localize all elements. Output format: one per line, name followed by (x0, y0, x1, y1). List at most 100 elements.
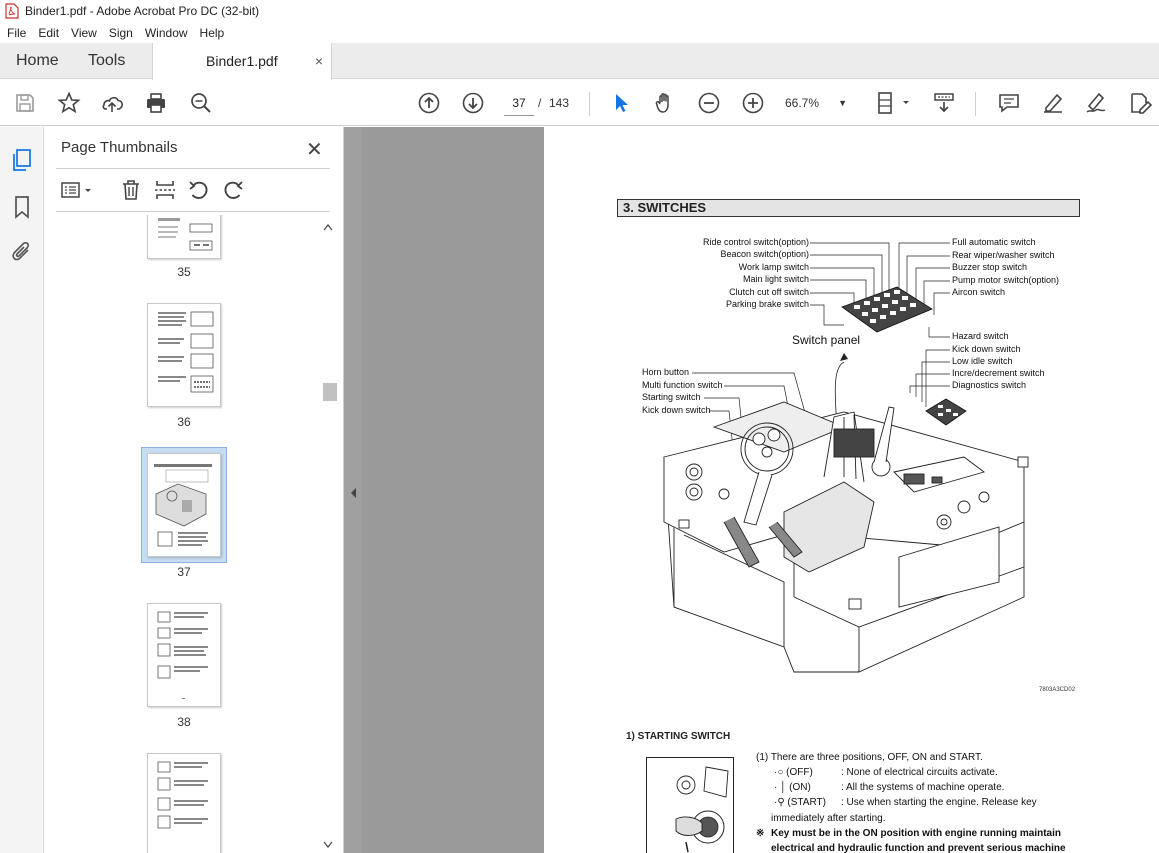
left-navigation-rail (0, 127, 44, 853)
menu-bar: File Edit View Sign Window Help (0, 22, 1159, 43)
thumbnail-page[interactable] (147, 753, 221, 853)
save-icon[interactable] (13, 91, 37, 115)
pdf-page: 3. SWITCHES Ride control switch(option) … (544, 127, 1159, 853)
panel-divider (56, 211, 330, 212)
label-aircon-switch: Aircon switch (952, 287, 1006, 297)
find-zoom-icon[interactable] (189, 91, 213, 115)
label-multi-function-switch: Multi function switch (642, 380, 723, 390)
chevron-down-icon: ▼ (838, 98, 847, 108)
menu-help[interactable]: Help (194, 26, 231, 40)
menu-window[interactable]: Window (139, 26, 194, 40)
cloud-upload-icon[interactable] (101, 91, 125, 115)
zoom-out-icon[interactable] (697, 91, 721, 115)
toolbar-divider (975, 92, 976, 116)
label-low-idle-switch: Low idle switch (952, 356, 1013, 366)
zoom-value: 66.7% (785, 96, 820, 110)
pdf-file-icon (5, 3, 19, 19)
warning-line-1: Key must be in the ON position with engi… (771, 828, 1062, 839)
label-kick-down-switch-left: Kick down switch (642, 405, 711, 415)
panel-divider (56, 168, 330, 169)
figure-code: 7803A3CD02 (1039, 687, 1076, 693)
scroll-mode-icon[interactable] (932, 91, 956, 115)
select-cursor-icon[interactable] (610, 91, 634, 115)
window-title: Binder1.pdf - Adobe Acrobat Pro DC (32-b… (25, 4, 260, 18)
page-number-input[interactable]: 37 (504, 90, 534, 116)
thumbnail-page[interactable] (147, 215, 221, 259)
close-tab-icon[interactable]: × (315, 43, 323, 79)
thumbnail-page[interactable] (147, 603, 221, 707)
tab-tools[interactable]: Tools (88, 43, 125, 79)
thumbnail-scrollbar[interactable] (320, 219, 337, 851)
thumbnail-tools (44, 175, 344, 205)
tab-document[interactable]: Binder1.pdf × (152, 43, 332, 80)
previous-page-icon[interactable] (417, 91, 441, 115)
page-separator: / (538, 96, 542, 110)
position-on-desc: : All the systems of machine operate. (841, 782, 1005, 793)
starting-switch-positions: (1) There are three positions, OFF, ON a… (756, 752, 983, 763)
starting-switch-figure (646, 757, 734, 853)
thumbnail-page-selected[interactable] (147, 453, 221, 557)
title-bar: Binder1.pdf - Adobe Acrobat Pro DC (32-b… (0, 0, 1159, 22)
menu-sign[interactable]: Sign (103, 26, 139, 40)
draw-sign-icon[interactable] (1084, 91, 1108, 115)
rotate-counterclockwise-icon[interactable] (187, 178, 211, 202)
bookmark-star-icon[interactable] (57, 91, 81, 115)
zoom-in-icon[interactable] (741, 91, 765, 115)
fill-sign-icon[interactable] (1128, 91, 1153, 115)
collapse-panel-icon[interactable] (349, 487, 357, 499)
document-gutter (362, 127, 544, 853)
position-start-label: ·⚲ (START) (774, 797, 826, 808)
label-rear-wiper-switch: Rear wiper/washer switch (952, 250, 1055, 260)
label-hazard-switch: Hazard switch (952, 331, 1009, 341)
label-main-light-switch: Main light switch (742, 274, 809, 284)
comment-icon[interactable] (997, 91, 1021, 115)
print-icon[interactable] (144, 91, 168, 115)
close-panel-icon[interactable]: ✕ (306, 137, 323, 162)
label-switch-panel: Switch panel (792, 333, 861, 347)
scrollbar-thumb[interactable] (323, 383, 337, 401)
thumbnail-page-number: 37 (177, 565, 191, 579)
panel-title: Page Thumbnails (61, 139, 178, 156)
subsection-title: 1) STARTING SWITCH (626, 731, 731, 742)
label-full-automatic-switch: Full automatic switch (952, 237, 1036, 247)
scroll-down-icon[interactable] (323, 841, 333, 849)
bookmarks-icon[interactable] (10, 195, 34, 219)
rotate-clockwise-icon[interactable] (221, 178, 245, 202)
position-start-desc: : Use when starting the engine. Release … (841, 797, 1037, 808)
hand-tool-icon[interactable] (653, 91, 677, 115)
scroll-up-icon[interactable] (323, 223, 333, 231)
page-fit-icon[interactable] (876, 91, 910, 115)
position-start-desc-cont: immediately after starting. (771, 813, 886, 824)
next-page-icon[interactable] (461, 91, 485, 115)
page-thumbnails-icon[interactable] (10, 148, 34, 172)
label-kick-down-switch-right: Kick down switch (952, 344, 1021, 354)
page-thumbnails-panel: Page Thumbnails ✕ 35 36 37 38 (44, 127, 344, 853)
menu-file[interactable]: File (0, 26, 32, 40)
thumbnail-page[interactable] (147, 303, 221, 407)
highlight-pen-icon[interactable] (1041, 91, 1065, 115)
attachments-icon[interactable] (10, 240, 34, 264)
tab-document-label: Binder1.pdf (206, 53, 278, 69)
insert-pages-icon[interactable] (153, 178, 177, 202)
label-parking-brake-switch: Parking brake switch (725, 299, 809, 309)
delete-trash-icon[interactable] (119, 178, 143, 202)
label-work-lamp-switch: Work lamp switch (738, 262, 809, 272)
thumbnail-list: 35 36 37 38 (44, 215, 332, 853)
zoom-level-select[interactable]: 66.7% ▼ (785, 90, 847, 116)
position-off-desc: : None of electrical circuits activate. (841, 767, 998, 778)
toolbar: 37 / 143 66.7% ▼ (0, 80, 1159, 126)
menu-edit[interactable]: Edit (32, 26, 65, 40)
label-beacon-switch: Beacon switch(option) (720, 249, 809, 259)
tab-home[interactable]: Home (16, 43, 59, 79)
position-off-label: ·○ (OFF) (774, 767, 813, 778)
thumbnail-page-number: 35 (177, 265, 191, 279)
tab-bar: Home Tools Binder1.pdf × (0, 43, 1159, 80)
label-ride-control-switch: Ride control switch(option) (702, 237, 809, 247)
menu-view[interactable]: View (65, 26, 103, 40)
label-incre-decrement-switch: Incre/decrement switch (952, 368, 1045, 378)
thumbnail-page-number: 36 (177, 415, 191, 429)
warning-line-2: electrical and hydraulic function and pr… (771, 843, 1066, 853)
options-menu-icon[interactable] (60, 179, 96, 201)
thumbnail-page-number: 38 (177, 715, 191, 729)
cab-switch-illustration (663, 242, 1029, 673)
